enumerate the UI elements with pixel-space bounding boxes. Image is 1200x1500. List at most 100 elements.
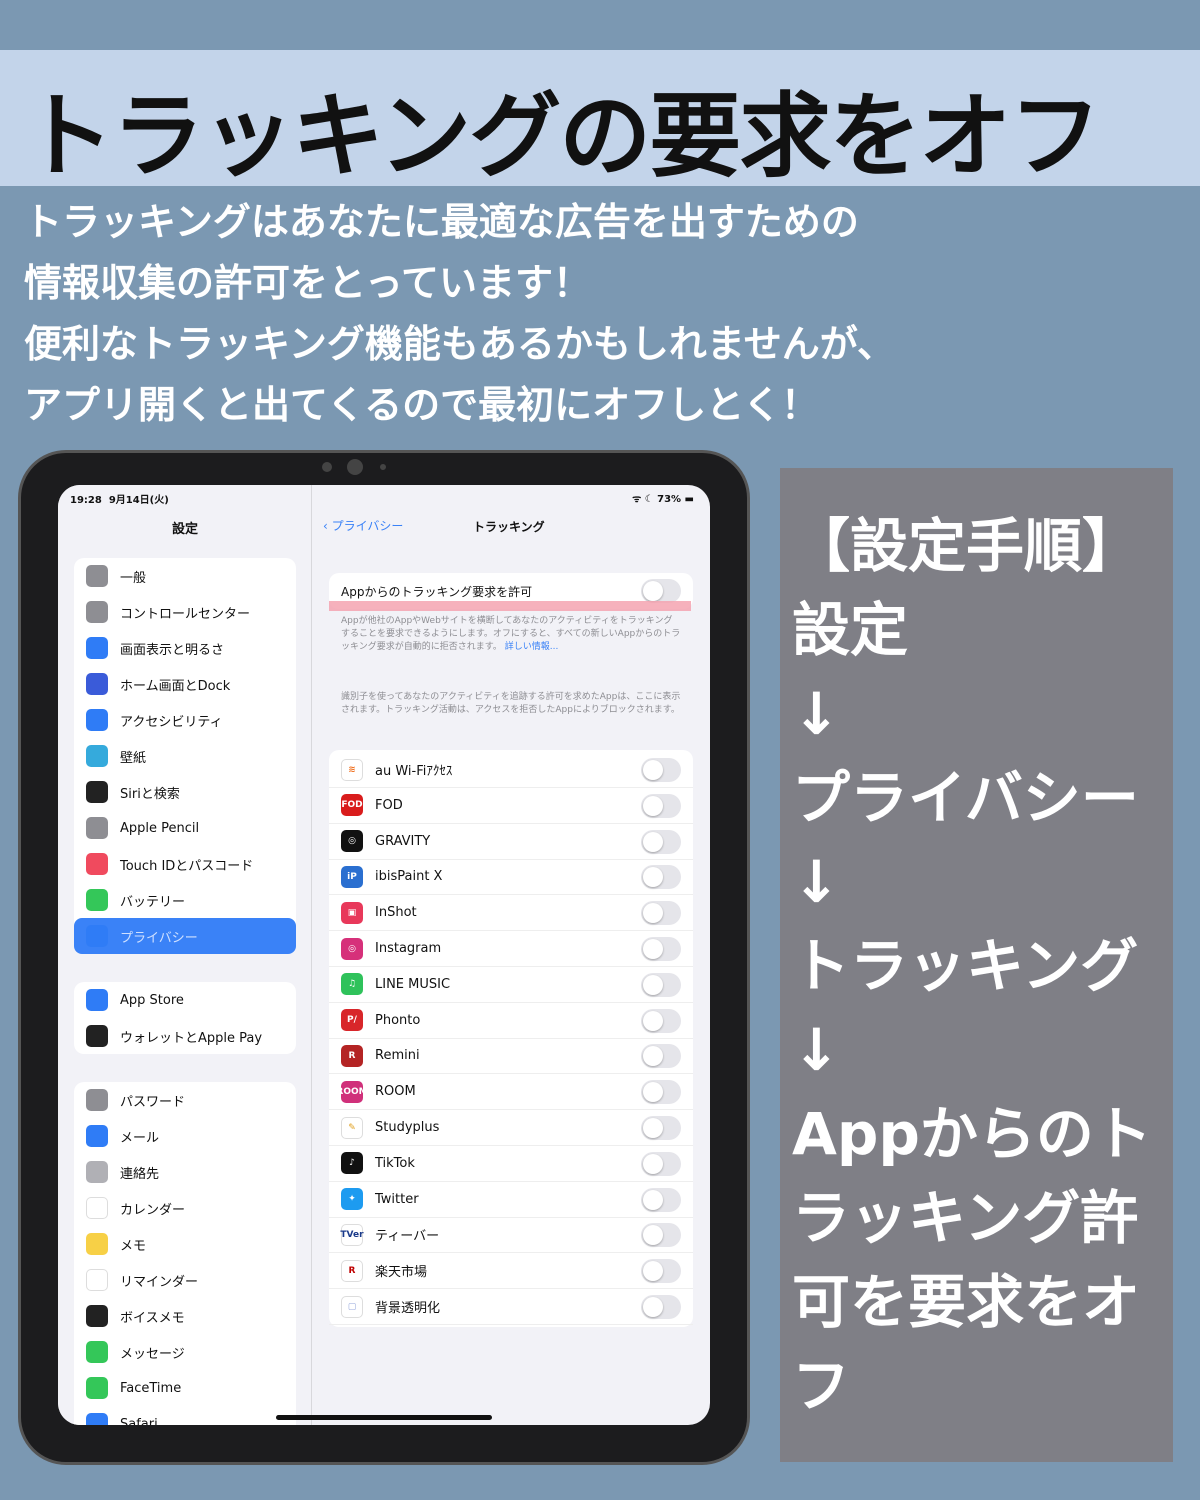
app-name: 楽天市場 — [375, 1265, 428, 1281]
app-tracking-toggle[interactable] — [641, 1187, 681, 1212]
sidebar-item-label: ウォレットとApple Pay — [120, 1030, 263, 1046]
app-row: ♫ LINE MUSIC — [329, 967, 693, 1003]
phonto-icon: P/ — [341, 1009, 363, 1032]
contacts-icon — [86, 1161, 108, 1183]
sidebar-item-label: メモ — [120, 1238, 147, 1254]
allow-tracking-label: Appからのトラッキング要求を許可 — [341, 585, 533, 599]
pane-title: トラッキング — [473, 520, 545, 534]
sidebar-item[interactable]: Siriと検索 — [74, 774, 296, 810]
hand-icon — [86, 925, 108, 947]
calendar-icon — [86, 1197, 108, 1219]
intro-line: アプリ開くと出てくるので最初にオフしとく！ — [24, 383, 819, 427]
sensor — [380, 464, 386, 470]
app-name: ROOM — [375, 1084, 416, 1100]
sidebar-item[interactable]: プライバシー — [74, 918, 296, 954]
status-battery: ᯤ ☾ 73% ▬ — [632, 494, 694, 505]
inshot-icon: ▣ — [341, 901, 363, 924]
app-tracking-toggle[interactable] — [641, 937, 681, 961]
app-tracking-toggle[interactable] — [641, 1223, 681, 1248]
app-name: ティーバー — [375, 1229, 440, 1245]
sidebar-item[interactable]: ボイスメモ — [74, 1298, 296, 1334]
sidebar-item-label: メール — [120, 1130, 160, 1146]
sidebar-item-label: リマインダー — [120, 1274, 199, 1290]
sidebar-item[interactable]: ウォレットとApple Pay — [74, 1018, 296, 1054]
app-row: ✎ Studyplus — [329, 1110, 693, 1146]
gravity-icon: ◎ — [341, 830, 363, 853]
sidebar-item[interactable]: Safari — [74, 1406, 296, 1425]
sidebar-item-label: コントロールセンター — [120, 606, 251, 622]
app-tracking-toggle[interactable] — [641, 1116, 681, 1140]
sidebar-item[interactable]: コントロールセンター — [74, 594, 296, 630]
app-row: ♪ TikTok — [329, 1146, 693, 1182]
sidebar-item[interactable]: Touch IDとパスコード — [74, 846, 296, 882]
app-tracking-toggle[interactable] — [641, 793, 681, 818]
app-tracking-toggle[interactable] — [641, 758, 681, 782]
app-row: TVer ティーバー — [329, 1217, 693, 1254]
sidebar-item[interactable]: 連絡先 — [74, 1154, 296, 1190]
sidebar-item[interactable]: リマインダー — [74, 1262, 296, 1298]
sidebar-item[interactable]: カレンダー — [74, 1190, 296, 1226]
sidebar-item[interactable]: パスワード — [74, 1082, 296, 1118]
steps-panel: 【設定手順】 設定 ↓ プライバシー ↓ トラッキング ↓ Appからのトラッキ… — [780, 468, 1173, 1462]
reminders-icon — [86, 1269, 108, 1291]
compass-icon — [86, 1413, 108, 1425]
app-tracking-toggle[interactable] — [641, 1008, 681, 1033]
allow-tracking-toggle[interactable] — [641, 579, 681, 603]
instagram-icon: ◎ — [341, 937, 363, 960]
sidebar-item[interactable]: 画面表示と明るさ — [74, 630, 296, 666]
app-tracking-toggle[interactable] — [641, 1259, 681, 1284]
flower-icon — [86, 745, 108, 767]
room-icon: ROOM — [336, 1080, 368, 1103]
wifi-icon: ≋ — [341, 758, 363, 781]
tiktok-icon: ♪ — [341, 1152, 363, 1175]
remini-icon: R — [341, 1044, 363, 1067]
studyplus-icon: ✎ — [341, 1116, 363, 1139]
sidebar-item[interactable]: メール — [74, 1118, 296, 1154]
sidebar-item[interactable]: 壁紙 — [74, 738, 296, 774]
settings-sidebar: 19:28 9月14日(火) 設定 一般 コントロールセンター 画面表示と明るさ ホー… — [58, 485, 312, 1425]
sidebar-item-label: App Store — [120, 992, 184, 1008]
sidebar-item[interactable]: ホーム画面とDock — [74, 666, 296, 702]
sidebar-item[interactable]: App Store — [74, 982, 296, 1018]
app-tracking-toggle[interactable] — [641, 1151, 681, 1176]
mail-icon — [86, 1125, 108, 1147]
app-row: FOD FOD — [329, 788, 693, 824]
sidebar-item-label: Safari — [120, 1416, 158, 1426]
more-info-link[interactable]: 詳しい情報... — [505, 642, 559, 652]
sidebar-item[interactable]: Apple Pencil — [74, 810, 296, 846]
app-name: ibisPaint X — [375, 869, 443, 885]
accessibility-icon — [86, 709, 108, 731]
app-tracking-toggle[interactable] — [641, 972, 681, 997]
sidebar-item[interactable]: メッセージ — [74, 1334, 296, 1370]
app-tracking-toggle[interactable] — [641, 829, 681, 854]
app-tracking-toggle[interactable] — [641, 1044, 681, 1069]
sidebar-item-label: Touch IDとパスコード — [120, 858, 254, 874]
app-row: ▣ InShot — [329, 895, 693, 932]
back-button[interactable]: ‹ プライバシー — [323, 517, 403, 534]
tracking-description: Appが他社のAppやWebサイトを横断してあなたのアクティビティをトラッキング… — [341, 616, 681, 652]
text-size-icon — [86, 637, 108, 659]
app-tracking-toggle[interactable] — [641, 1295, 681, 1319]
sidebar-item[interactable]: FaceTime — [74, 1370, 296, 1406]
home-indicator — [276, 1415, 492, 1420]
app-name: Twitter — [375, 1191, 419, 1207]
app-tracking-toggle[interactable] — [641, 865, 681, 890]
tracking-note: 識別子を使ってあなたのアクティビティを追跡する許可を求めたAppは、ここに表示さ… — [341, 692, 681, 715]
sidebar-item[interactable]: 一般 — [74, 558, 296, 594]
intro-text: トラッキングはあなたに最適な広告を出すための 情報収集の許可をとっています！ 便… — [24, 192, 895, 436]
sidebar-item[interactable]: メモ — [74, 1226, 296, 1262]
sidebar-item[interactable]: アクセシビリティ — [74, 702, 296, 738]
fod-icon: FOD — [341, 794, 363, 817]
sidebar-item[interactable]: バッテリー — [74, 882, 296, 918]
app-row: R Remini — [329, 1038, 693, 1075]
app-tracking-toggle[interactable] — [641, 1080, 681, 1105]
fingerprint-icon — [86, 853, 108, 875]
app-row: ≋ au Wi-Fiｱｸｾｽ — [329, 752, 693, 788]
app-row: ROOM ROOM — [329, 1074, 693, 1111]
ipad-screen: 19:28 9月14日(火) 設定 一般 コントロールセンター 画面表示と明るさ ホー… — [58, 485, 710, 1425]
app-tracking-toggle[interactable] — [641, 901, 681, 926]
app-name: LINE MUSIC — [375, 976, 451, 992]
app-name: au Wi-Fiｱｸｾｽ — [375, 764, 453, 779]
app-row: P/Phonto — [329, 1003, 693, 1039]
highlight-marker — [329, 601, 691, 611]
